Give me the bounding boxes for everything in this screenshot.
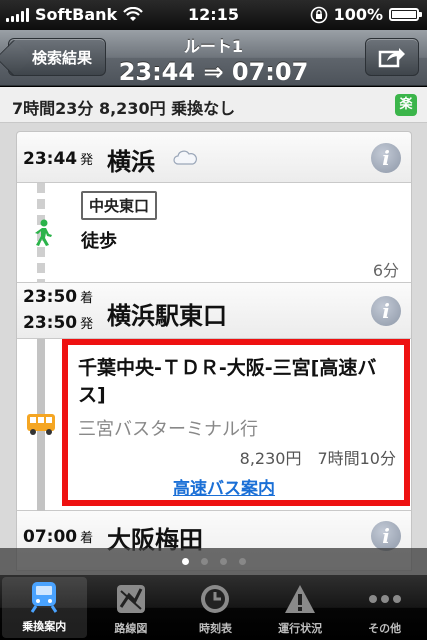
status-bar: SoftBank 12:15 100% — [0, 0, 427, 30]
arrival-time: 07:00 — [23, 527, 78, 547]
more-icon — [365, 581, 405, 617]
departure-suffix: 発 — [80, 317, 94, 332]
station-row-yokohama-east[interactable]: 23:50 着 23:50 発 横浜駅東口 i — [16, 283, 412, 339]
station-name: 横浜駅東口 — [107, 302, 227, 330]
share-icon — [378, 48, 405, 68]
cloudy-weather-icon — [173, 150, 197, 165]
page-dot — [219, 558, 227, 565]
summary-text: 7時間23分 8,230円 乗換なし — [12, 99, 236, 118]
tab-bar: 乗換案内 路線図 時刻表 運行状況 その他 — [0, 575, 427, 640]
route-title: ルート1 — [183, 37, 244, 56]
tab-label: 路線図 — [114, 622, 148, 635]
departure-time: 23:44 — [23, 149, 78, 169]
walk-duration: 6分 — [372, 261, 399, 280]
route-detail[interactable]: 23:44 発 横浜 i 中央東口 徒歩 6分 23:50 着 23:50 発 横浜駅… — [0, 123, 427, 575]
station-row-yokohama[interactable]: 23:44 発 横浜 i — [16, 131, 412, 183]
tab-label: 時刻表 — [198, 622, 232, 635]
tab-more[interactable]: その他 — [342, 575, 427, 640]
train-icon — [24, 579, 64, 615]
departure-suffix: 発 — [80, 153, 94, 168]
page-dot — [200, 558, 208, 565]
page-dot — [181, 558, 189, 565]
tab-transfer[interactable]: 乗換案内 — [2, 577, 87, 638]
route-summary: 7時間23分 8,230円 乗換なし 楽 — [0, 87, 427, 123]
rotation-lock-icon — [310, 6, 327, 23]
tab-service-status[interactable]: 運行状況 — [258, 575, 343, 640]
arrival-suffix: 着 — [80, 531, 94, 546]
highway-bus-info-link[interactable]: 高速バス案内 — [173, 474, 275, 499]
exit-label: 中央東口 — [81, 191, 158, 220]
battery-percent: 100% — [333, 5, 383, 24]
tab-label: 乗換案内 — [22, 620, 67, 633]
easy-badge-icon: 楽 — [395, 94, 417, 116]
tab-route-map[interactable]: 路線図 — [89, 575, 174, 640]
info-button[interactable]: i — [371, 143, 401, 173]
navigation-bar: 検索結果 ルート1 23:44 ⇒ 07:07 — [0, 30, 427, 86]
walk-label: 徒歩 — [81, 231, 117, 252]
route-time-range: 23:44 ⇒ 07:07 — [118, 58, 309, 86]
arrival-suffix: 着 — [80, 291, 94, 306]
walking-person-icon — [35, 219, 52, 246]
station-name: 横浜 — [107, 148, 155, 176]
nav-title: ルート1 23:44 ⇒ 07:07 — [110, 33, 317, 86]
bus-destination: 三宮バスターミナル行 — [78, 419, 258, 440]
battery-icon — [389, 8, 422, 21]
warning-icon — [280, 581, 320, 617]
share-button[interactable] — [365, 38, 419, 76]
walk-segment: 中央東口 徒歩 6分 — [16, 183, 412, 283]
page-indicator[interactable] — [0, 548, 427, 575]
bus-route-highlight: 千葉中央-ＴＤＲ-大阪-三宮[高速バス] 三宮バスターミナル行 8,230円 7… — [62, 339, 410, 506]
info-button[interactable]: i — [371, 521, 401, 551]
tab-timetable[interactable]: 時刻表 — [173, 575, 258, 640]
clock-icon — [195, 581, 235, 617]
tab-label: 運行状況 — [278, 622, 323, 635]
bus-icon — [27, 414, 55, 435]
back-button-label: 検索結果 — [31, 48, 92, 67]
bus-line-name: 千葉中央-ＴＤＲ-大阪-三宮[高速バス] — [78, 357, 377, 406]
bus-fare-duration: 8,230円 7時間10分 — [239, 449, 396, 468]
page-dot — [238, 558, 246, 565]
back-button[interactable]: 検索結果 — [8, 38, 106, 76]
departure-time: 23:50 — [23, 313, 78, 333]
map-icon — [111, 581, 151, 617]
arrival-time: 23:50 — [23, 287, 78, 307]
tab-label: その他 — [368, 622, 402, 635]
info-button[interactable]: i — [371, 296, 401, 326]
